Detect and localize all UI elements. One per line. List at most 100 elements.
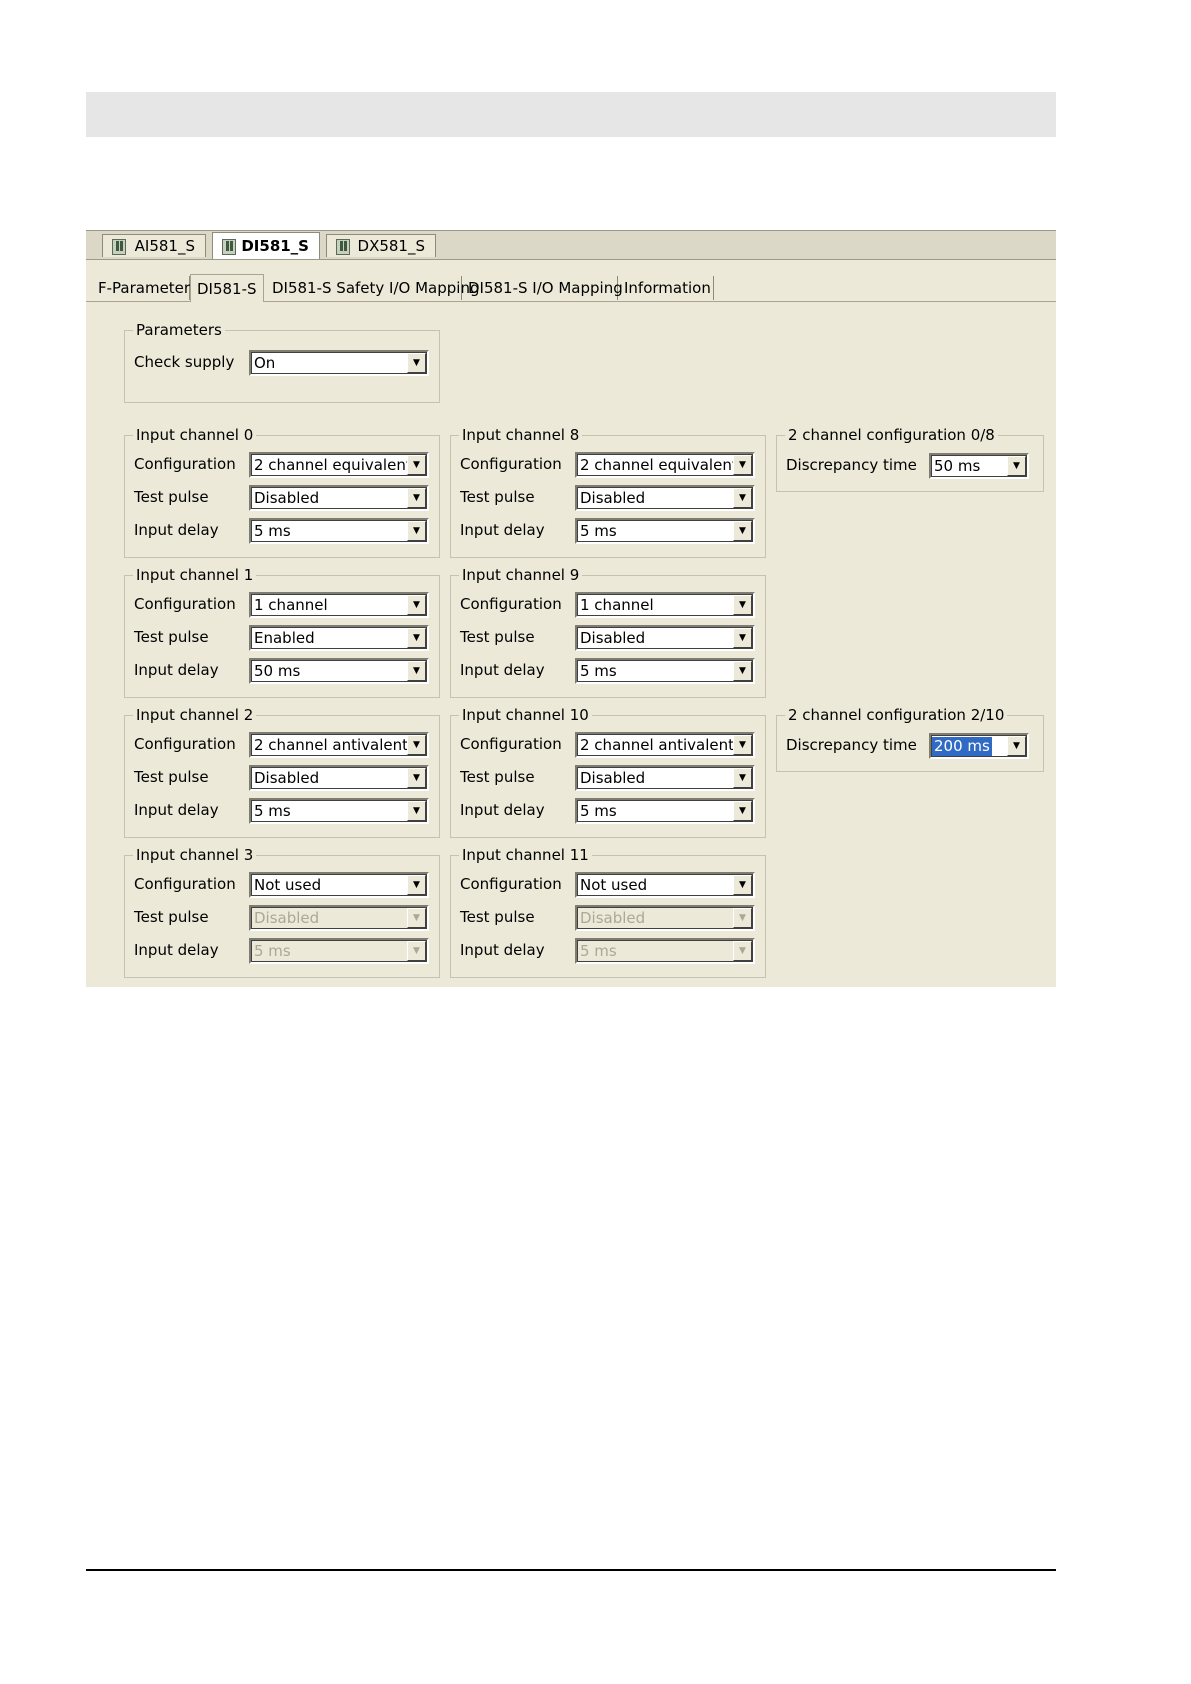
chevron-down-icon: ▼ xyxy=(407,941,426,961)
chevron-down-icon[interactable]: ▼ xyxy=(407,875,426,895)
tab-di581-s-safety-io-mapping[interactable]: DI581-S Safety I/O Mapping xyxy=(266,276,479,300)
chevron-down-icon[interactable]: ▼ xyxy=(733,455,752,475)
dropdown-value: 2 channel antivalent xyxy=(254,736,409,754)
input-delay-label: Input delay xyxy=(460,661,545,679)
tab-information[interactable]: Information xyxy=(618,276,714,300)
dropdown-value: Not used xyxy=(254,876,322,894)
dropdown-value: 1 channel xyxy=(580,596,654,614)
input-delay-row: Input delay xyxy=(460,797,575,823)
test-pulse-dropdown[interactable]: Disabled ▼ xyxy=(575,485,755,511)
test-pulse-dropdown[interactable]: Disabled ▼ xyxy=(575,625,755,651)
input-delay-row: Input delay xyxy=(460,657,575,683)
dropdown-value: Enabled xyxy=(254,629,315,647)
dropdown-value-selected: 200 ms xyxy=(932,737,992,756)
header-band xyxy=(86,92,1056,137)
configuration-dropdown[interactable]: 1 channel ▼ xyxy=(249,592,429,618)
test-pulse-dropdown[interactable]: Disabled ▼ xyxy=(249,765,429,791)
chevron-down-icon[interactable]: ▼ xyxy=(1007,456,1026,476)
doc-tab-di581-s[interactable]: DI581_S xyxy=(212,232,320,259)
chevron-down-icon[interactable]: ▼ xyxy=(407,353,426,373)
input-delay-dropdown[interactable]: 5 ms ▼ xyxy=(249,798,429,824)
configuration-dropdown[interactable]: 1 channel ▼ xyxy=(575,592,755,618)
chevron-down-icon[interactable]: ▼ xyxy=(407,735,426,755)
chevron-down-icon[interactable]: ▼ xyxy=(407,768,426,788)
configuration-label: Configuration xyxy=(134,455,236,473)
doc-tab-ai581-s[interactable]: AI581_S xyxy=(102,234,206,257)
test-pulse-row: Test pulse xyxy=(460,484,575,510)
dropdown-value: 50 ms xyxy=(934,457,981,475)
configuration-dropdown[interactable]: 2 channel antivalent ▼ xyxy=(575,732,755,758)
doc-tab-dx581-s[interactable]: DX581_S xyxy=(326,234,436,257)
chevron-down-icon: ▼ xyxy=(407,908,426,928)
chevron-down-icon[interactable]: ▼ xyxy=(733,768,752,788)
configuration-dropdown[interactable]: Not used ▼ xyxy=(249,872,429,898)
discrepancy-time-row: Discrepancy time xyxy=(786,452,926,478)
input-delay-dropdown[interactable]: 5 ms ▼ xyxy=(575,518,755,544)
configuration-dropdown[interactable]: 2 channel equivalent ▼ xyxy=(249,452,429,478)
chevron-down-icon[interactable]: ▼ xyxy=(407,455,426,475)
group-title: Input channel 2 xyxy=(133,706,257,724)
chevron-down-icon[interactable]: ▼ xyxy=(733,875,752,895)
test-pulse-dropdown[interactable]: Disabled ▼ xyxy=(575,765,755,791)
tab-f-parameter[interactable]: F-Parameter xyxy=(92,276,190,300)
group-title: 2 channel configuration 2/10 xyxy=(785,706,1008,724)
chevron-down-icon[interactable]: ▼ xyxy=(733,595,752,615)
group-title: 2 channel configuration 0/8 xyxy=(785,426,998,444)
discrepancy-time-label: Discrepancy time xyxy=(786,736,917,754)
tab-label: DI581-S Safety I/O Mapping xyxy=(272,279,480,297)
chevron-down-icon[interactable]: ▼ xyxy=(407,661,426,681)
input-delay-row: Input delay xyxy=(134,657,249,683)
configuration-label: Configuration xyxy=(134,875,236,893)
tab-di581-s-io-mapping[interactable]: DI581-S I/O Mapping xyxy=(462,276,623,300)
configuration-dropdown[interactable]: Not used ▼ xyxy=(575,872,755,898)
test-pulse-dropdown[interactable]: Enabled ▼ xyxy=(249,625,429,651)
sub-tab-bar: F-Parameter DI581-S DI581-S Safety I/O M… xyxy=(86,274,1056,302)
dropdown-value: 2 channel antivalent xyxy=(580,736,735,754)
chevron-down-icon[interactable]: ▼ xyxy=(733,521,752,541)
tab-label: F-Parameter xyxy=(98,279,191,297)
dropdown-value: On xyxy=(254,354,276,372)
chevron-down-icon[interactable]: ▼ xyxy=(733,488,752,508)
input-delay-row: Input delay xyxy=(134,797,249,823)
configuration-dropdown[interactable]: 2 channel antivalent ▼ xyxy=(249,732,429,758)
chevron-down-icon[interactable]: ▼ xyxy=(1007,736,1026,756)
chevron-down-icon[interactable]: ▼ xyxy=(407,521,426,541)
test-pulse-row: Test pulse xyxy=(460,764,575,790)
module-icon xyxy=(335,237,350,255)
tab-label: Information xyxy=(624,279,711,297)
input-delay-dropdown[interactable]: 5 ms ▼ xyxy=(575,658,755,684)
input-delay-dropdown[interactable]: 5 ms ▼ xyxy=(249,518,429,544)
chevron-down-icon[interactable]: ▼ xyxy=(407,488,426,508)
test-pulse-dropdown[interactable]: Disabled ▼ xyxy=(249,485,429,511)
input-delay-row: Input delay xyxy=(460,937,575,963)
dropdown-value: 50 ms xyxy=(254,662,301,680)
doc-tab-label: AI581_S xyxy=(134,237,195,255)
dropdown-value: Disabled xyxy=(254,489,320,507)
chevron-down-icon[interactable]: ▼ xyxy=(733,661,752,681)
group-title: Input channel 8 xyxy=(459,426,583,444)
input-channel-group: Input channel 0 Configuration 2 channel eq… xyxy=(124,426,440,558)
two-channel-config-0-8: 2 channel configuration 0/8 Discrepancy … xyxy=(776,426,1044,492)
configuration-label: Configuration xyxy=(460,455,562,473)
input-delay-dropdown[interactable]: 50 ms ▼ xyxy=(249,658,429,684)
chevron-down-icon: ▼ xyxy=(733,908,752,928)
chevron-down-icon[interactable]: ▼ xyxy=(733,801,752,821)
input-delay-label: Input delay xyxy=(460,801,545,819)
discrepancy-time-dropdown[interactable]: 200 ms ▼ xyxy=(929,733,1029,759)
chevron-down-icon[interactable]: ▼ xyxy=(733,735,752,755)
input-channel-group: Input channel 8 Configuration 2 channel eq… xyxy=(450,426,766,558)
chevron-down-icon[interactable]: ▼ xyxy=(407,801,426,821)
tab-di581-s[interactable]: DI581-S xyxy=(190,274,264,302)
module-icon xyxy=(221,237,237,255)
input-delay-dropdown[interactable]: 5 ms ▼ xyxy=(575,798,755,824)
check-supply-label: Check supply xyxy=(134,353,235,371)
input-delay-dropdown: 5 ms ▼ xyxy=(575,938,755,964)
discrepancy-time-dropdown[interactable]: 50 ms ▼ xyxy=(929,453,1029,479)
chevron-down-icon[interactable]: ▼ xyxy=(407,595,426,615)
configuration-label: Configuration xyxy=(460,595,562,613)
configuration-dropdown[interactable]: 2 channel equivalent ▼ xyxy=(575,452,755,478)
chevron-down-icon[interactable]: ▼ xyxy=(733,628,752,648)
chevron-down-icon[interactable]: ▼ xyxy=(407,628,426,648)
check-supply-dropdown[interactable]: On ▼ xyxy=(249,350,429,376)
group-title: Input channel 10 xyxy=(459,706,592,724)
